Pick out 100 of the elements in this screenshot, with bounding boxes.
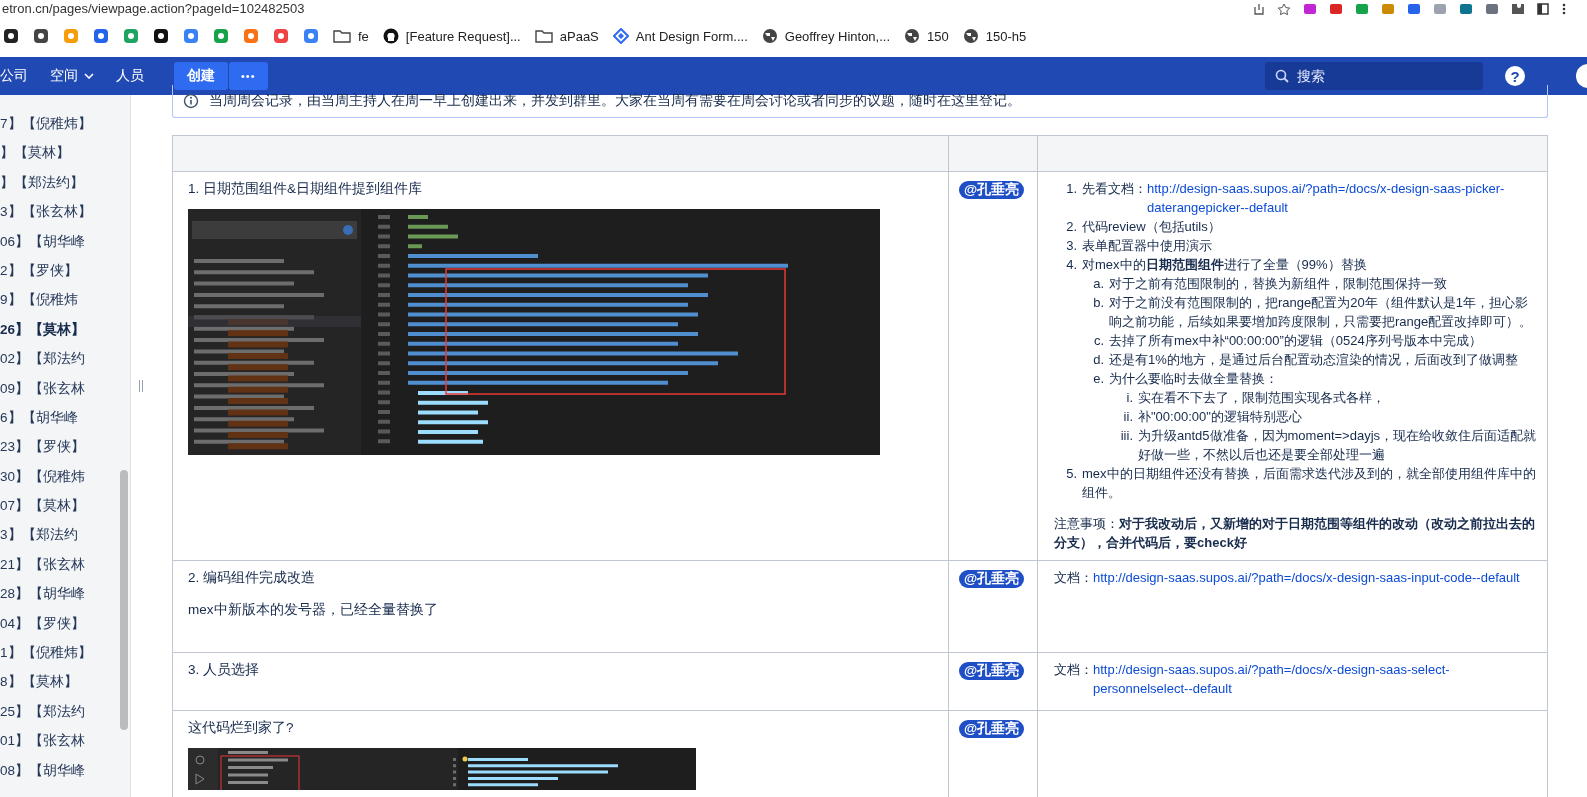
list-marker: c. (1092, 332, 1105, 350)
page-link[interactable]: 06】【胡华峰 (0, 226, 86, 256)
list-marker: d. (1092, 351, 1105, 369)
list-item-text: 表单配置器中使用演示 (1082, 237, 1213, 255)
folder-icon (333, 29, 351, 43)
search-icon (1275, 69, 1289, 83)
window-icon[interactable] (1537, 2, 1549, 15)
nav-menu-item[interactable]: 公司 (0, 67, 40, 85)
bookmark[interactable]: fe (330, 26, 372, 46)
list-item-text: 先看文档： (1082, 180, 1147, 198)
page-link[interactable]: 8】【莫林】 (0, 667, 78, 697)
globe-icon (761, 28, 778, 44)
topic-text: 3. 人员选择 (188, 661, 260, 679)
extension-icon[interactable] (1407, 2, 1421, 15)
user-mention[interactable]: @孔垂亮 (959, 662, 1025, 680)
github-icon (382, 28, 399, 44)
page-link[interactable]: 2】【罗侠】 (0, 255, 78, 286)
user-mention[interactable]: @孔垂亮 (959, 570, 1025, 588)
topic-text: 1. 日期范围组件&日期组件提到组件库 (188, 180, 423, 198)
link[interactable]: http://design-saas.supos.ai/?path=/docs/x-design-saas-input-code--default (1093, 568, 1539, 587)
page-link[interactable]: 】【莫林】 (0, 138, 70, 168)
bookmark[interactable]: Geoffrey Hinton,... (758, 26, 894, 46)
list-marker: 4. (1065, 256, 1078, 274)
list-item-text: 对mex中的日期范围组件进行了全量（99%）替换 (1082, 256, 1368, 274)
page-link[interactable]: 9】【倪稚炜 (0, 285, 78, 315)
bookmark[interactable]: 150 (901, 26, 952, 46)
list-marker: a. (1092, 275, 1105, 293)
page-link[interactable]: 23】【罗侠】 (0, 432, 86, 462)
list-marker: ii. (1122, 408, 1134, 426)
user-mention[interactable]: @孔垂亮 (959, 181, 1025, 199)
page-link[interactable]: 25】【郑法约 (0, 696, 86, 727)
nav-menu-item[interactable]: 空间 (50, 67, 106, 85)
bookmark[interactable]: Ant Design Form.... (609, 26, 751, 46)
page-link[interactable]: 3】【郑法约 (0, 520, 78, 550)
help-button[interactable]: ? (1505, 66, 1525, 86)
list-marker: iii. (1119, 427, 1134, 445)
puzzle-icon[interactable] (1511, 2, 1525, 15)
note-text: 注意事项：对于我改动后，又新增的对于日期范围等组件的改动（改动之前拉出去的分支），合并代码后，要check好 (1054, 515, 1536, 552)
star-icon[interactable] (1277, 2, 1291, 15)
list-item-text: 还是有1%的地方，是通过后台配置动态渲染的情况，后面改到了做调整 (1109, 351, 1519, 369)
more-button[interactable]: ••• (229, 62, 268, 90)
info-icon (183, 93, 199, 109)
address-url[interactable]: etron.cn/pages/viewpage.action?pageId=102482503 (0, 0, 305, 17)
extension-icon[interactable] (1303, 2, 1317, 15)
bookmark[interactable]: aPaaS (531, 26, 602, 46)
page-link[interactable]: 】【郑法约】 (0, 167, 84, 198)
page-link[interactable]: 1】【倪稚炜】 (0, 638, 92, 668)
nav-menu-item[interactable]: 人员 (116, 67, 156, 85)
page-link[interactable]: 02】【郑法约 (0, 344, 86, 374)
list-item-text: 为什么要临时去做全量替换： (1109, 370, 1279, 388)
list-marker: e. (1092, 370, 1105, 388)
link[interactable]: http://design-saas.supos.ai/?path=/docs/x-design-saas-picker-daterangepicker--default (1147, 179, 1539, 217)
create-button[interactable]: 创建 (174, 62, 228, 90)
extension-icon[interactable] (1459, 2, 1473, 15)
topic-text: 这代码烂到家了? (188, 719, 295, 737)
detail-text: mex中新版本的发号器，已经全量替换了 (188, 600, 439, 619)
doc-label: 文档： (1054, 661, 1093, 679)
page-link[interactable]: 26】【莫林】 (0, 314, 86, 345)
share-icon[interactable] (1253, 2, 1265, 15)
page-link[interactable]: 3】【张玄林】 (0, 197, 92, 227)
diamond-icon (612, 28, 629, 44)
bookmark[interactable]: 150-h5 (959, 26, 1030, 46)
page-link[interactable]: 09】【张玄林 (0, 373, 86, 403)
page-link[interactable]: 30】【倪稚炜 (0, 461, 86, 492)
globe-icon (962, 28, 979, 44)
list-item-text: 对于之前没有范围限制的，把range配置为20年（组件默认是1年，担心影响之前功能，后续如果要增加跨度限制，只需要把range配置改掉即可）。 (1109, 294, 1534, 331)
extension-icon[interactable] (1355, 2, 1369, 15)
list-item-text: 代码review（包括utils） (1082, 218, 1222, 236)
page-link[interactable]: 01】【张玄林 (0, 726, 86, 756)
extension-icon[interactable] (1485, 2, 1499, 15)
page-link[interactable]: 04】【罗侠】 (0, 608, 86, 639)
page-link[interactable]: 7】【倪稚炜】 (0, 109, 92, 139)
page-link[interactable]: 21】【张玄林 (0, 549, 86, 580)
list-item-text: 对于之前有范围限制的，替换为新组件，限制范围保持一致 (1109, 275, 1448, 293)
list-item-text: 补"00:00:00"的逻辑特别恶心 (1138, 408, 1303, 426)
list-marker: i. (1125, 389, 1134, 407)
resize-handle-icon[interactable] (137, 380, 144, 392)
folder-icon (534, 29, 553, 43)
list-item-text: 实在看不下去了，限制范围实现各式各样， (1138, 389, 1386, 407)
extension-icon[interactable] (1433, 2, 1447, 15)
page-link[interactable]: 28】【胡华峰 (0, 579, 86, 609)
user-mention[interactable]: @孔垂亮 (959, 720, 1025, 738)
info-text: 当周周会记录，由当周主持人在周一早上创建出来，并发到群里。大家在当周有需要在周会讨论或者同步的议题，随时在这里登记。 (209, 92, 1021, 110)
list-marker: 2. (1065, 218, 1078, 236)
list-marker: 5. (1065, 465, 1078, 483)
extension-icon[interactable] (1329, 2, 1343, 15)
search-field[interactable]: 搜索 (1265, 62, 1483, 90)
page-link[interactable]: 07】【莫林】 (0, 491, 86, 521)
list-marker: 1. (1065, 180, 1078, 198)
page-link[interactable]: 6】【胡华峰 (0, 402, 78, 433)
extension-icon[interactable] (1381, 2, 1395, 15)
more-icon[interactable] (1561, 2, 1567, 15)
caret-icon (84, 73, 94, 79)
link[interactable]: http://design-saas.supos.ai/?path=/docs/x-design-saas-select-personnelselect--default (1093, 660, 1539, 698)
scrollbar-thumb[interactable] (120, 470, 128, 730)
page-link[interactable]: 08】【胡华峰 (0, 755, 86, 785)
list-item-text: mex中的日期组件还没有替换，后面需求迭代涉及到的，就全部使用组件库中的组件。 (1082, 465, 1537, 502)
globe-icon (904, 28, 921, 44)
topic-text: 2. 编码组件完成改造 (188, 569, 316, 587)
bookmark[interactable]: [Feature Request]... (379, 26, 524, 46)
